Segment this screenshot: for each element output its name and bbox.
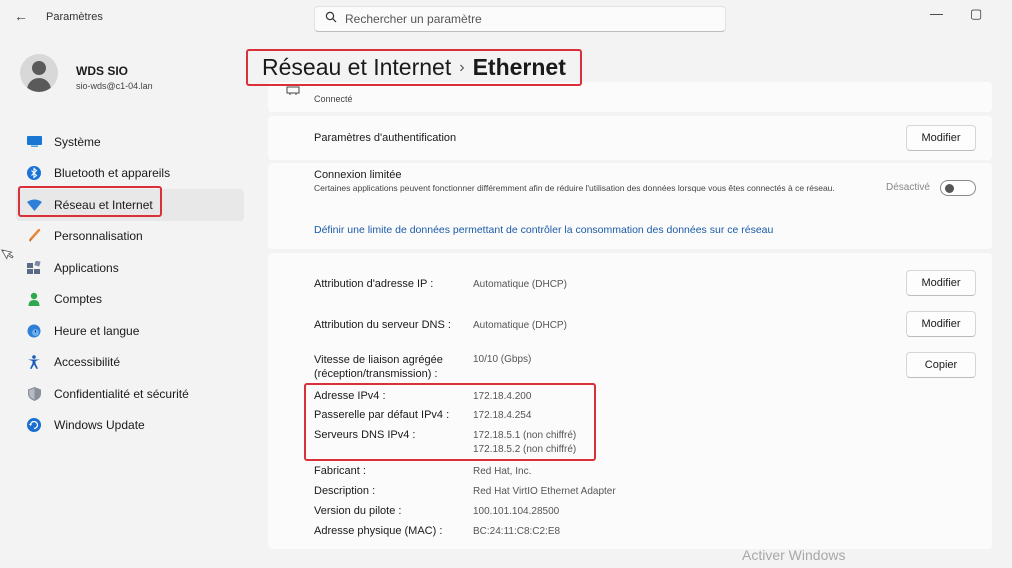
dns-assignment-label: Attribution du serveur DNS : xyxy=(314,319,451,331)
sidebar-item-label: Heure et langue xyxy=(54,323,140,338)
auth-modify-button[interactable]: Modifier xyxy=(906,125,976,151)
driver-version-label: Version du pilote : xyxy=(314,505,402,517)
profile-name: WDS SIO xyxy=(76,64,129,78)
sidebar-item-systeme[interactable]: Système xyxy=(16,126,244,158)
app-title: Paramètres xyxy=(46,11,103,23)
update-icon xyxy=(26,417,42,433)
metered-title: Connexion limitée xyxy=(314,169,402,181)
brush-icon xyxy=(26,228,42,244)
sidebar-item-windows-update[interactable]: Windows Update xyxy=(16,410,244,442)
sidebar-item-accessibilite[interactable]: Accessibilité xyxy=(16,347,244,379)
mac-label: Adresse physique (MAC) : xyxy=(314,525,443,537)
monitor-icon xyxy=(26,134,42,150)
dns-server-value-2: 172.18.5.2 (non chiffré) xyxy=(473,444,577,455)
search-input[interactable] xyxy=(345,12,705,26)
ipv4-value: 172.18.4.200 xyxy=(473,391,532,402)
sidebar-item-label: Bluetooth et appareils xyxy=(54,166,171,181)
sidebar-item-personnalisation[interactable]: Personnalisation xyxy=(16,221,244,253)
metered-toggle[interactable] xyxy=(940,180,976,196)
metered-toggle-label: Désactivé xyxy=(886,182,930,193)
ipv4-label: Adresse IPv4 : xyxy=(314,390,386,402)
activation-watermark: Activer Windows xyxy=(742,547,846,563)
ethernet-icon xyxy=(286,86,300,99)
dns-assignment-value: Automatique (DHCP) xyxy=(473,320,567,331)
mouse-cursor-icon xyxy=(0,245,17,265)
breadcrumb-parent[interactable]: Réseau et Internet xyxy=(262,54,451,80)
sidebar-item-bluetooth[interactable]: Bluetooth et appareils xyxy=(16,158,244,190)
page-title: Ethernet xyxy=(472,54,566,80)
shield-icon xyxy=(26,386,42,402)
link-speed-label-2: (réception/transmission) : xyxy=(314,368,438,380)
gateway-label: Passerelle par défaut IPv4 : xyxy=(314,409,450,421)
ip-assignment-label: Attribution d'adresse IP : xyxy=(314,278,434,290)
minimize-icon[interactable]: — xyxy=(930,6,943,21)
dns-server-value-1: 172.18.5.1 (non chiffré) xyxy=(473,430,577,441)
search-box[interactable] xyxy=(314,6,726,32)
ip-assignment-value: Automatique (DHCP) xyxy=(473,279,567,290)
copy-button[interactable]: Copier xyxy=(906,352,976,378)
maximize-icon[interactable]: ▢ xyxy=(970,6,982,22)
sidebar-item-label: Personnalisation xyxy=(54,229,143,244)
data-limit-link[interactable]: Définir une limite de données permettant… xyxy=(314,224,773,236)
mac-value: BC:24:11:C8:C2:E8 xyxy=(473,526,561,537)
bluetooth-icon xyxy=(26,165,42,181)
description-label: Description : xyxy=(314,485,376,497)
link-speed-label: Vitesse de liaison agrégée xyxy=(314,354,443,366)
sidebar-item-reseau[interactable]: Réseau et Internet xyxy=(16,189,244,221)
sidebar-item-confidentialite[interactable]: Confidentialité et sécurité xyxy=(16,378,244,410)
sidebar-item-label: Confidentialité et sécurité xyxy=(54,386,189,401)
dns-servers-label: Serveurs DNS IPv4 : xyxy=(314,429,416,441)
sidebar-nav: Système Bluetooth et appareils Réseau et… xyxy=(16,126,244,441)
sidebar-item-label: Système xyxy=(54,134,101,149)
sidebar-item-comptes[interactable]: Comptes xyxy=(16,284,244,316)
manufacturer-label: Fabricant : xyxy=(314,465,366,477)
dns-assignment-modify-button[interactable]: Modifier xyxy=(906,311,976,337)
link-speed-value: 10/10 (Gbps) xyxy=(473,354,532,365)
ip-assignment-modify-button[interactable]: Modifier xyxy=(906,270,976,296)
sidebar-item-label: Accessibilité xyxy=(54,355,121,370)
apps-icon xyxy=(26,260,42,276)
accessibility-icon xyxy=(26,354,42,370)
sidebar-item-label: Comptes xyxy=(54,292,103,307)
back-arrow-icon[interactable]: ← xyxy=(14,8,28,24)
clock-globe-icon xyxy=(26,323,42,339)
auth-label: Paramètres d'authentification xyxy=(314,132,457,144)
sidebar-item-label: Réseau et Internet xyxy=(54,197,153,212)
manufacturer-value: Red Hat, Inc. xyxy=(473,466,532,477)
driver-version-value: 100.101.104.28500 xyxy=(473,506,560,517)
connection-status: Connecté xyxy=(314,94,353,104)
profile-email: sio-wds@c1-04.lan xyxy=(76,81,153,91)
person-icon xyxy=(26,291,42,307)
breadcrumb: Réseau et Internet › Ethernet xyxy=(262,54,566,81)
wifi-icon xyxy=(26,197,42,213)
search-icon xyxy=(325,11,337,26)
sidebar-item-applications[interactable]: Applications xyxy=(16,252,244,284)
description-value: Red Hat VirtIO Ethernet Adapter xyxy=(473,486,616,497)
title-bar: ← Paramètres — ▢ xyxy=(0,0,1012,38)
metered-description: Certaines applications peuvent fonctionn… xyxy=(314,183,835,193)
sidebar-item-label: Applications xyxy=(54,260,119,275)
breadcrumb-separator: › xyxy=(459,59,465,76)
sidebar-item-heure[interactable]: Heure et langue xyxy=(16,315,244,347)
avatar[interactable] xyxy=(20,54,58,92)
sidebar-item-label: Windows Update xyxy=(54,418,145,433)
connection-status-panel xyxy=(268,82,992,112)
gateway-value: 172.18.4.254 xyxy=(473,410,532,421)
